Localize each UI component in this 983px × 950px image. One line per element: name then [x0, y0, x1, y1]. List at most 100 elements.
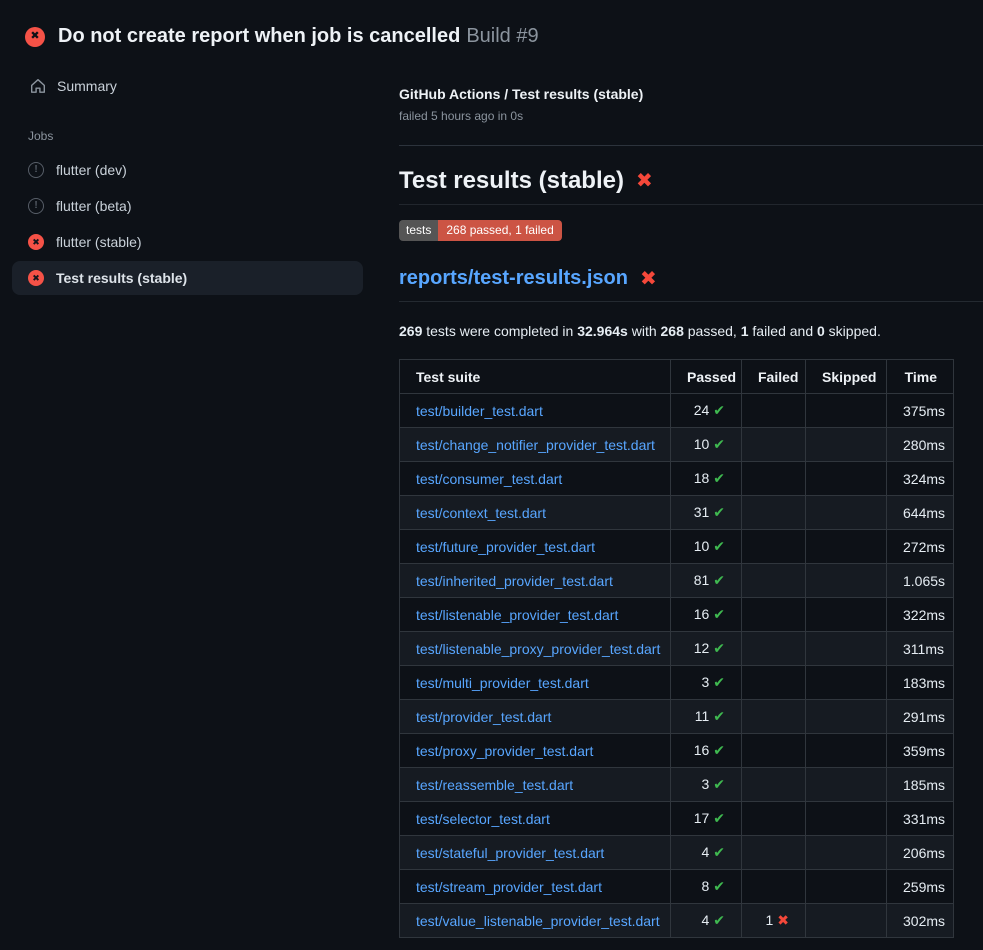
passed-cell: 10✔: [671, 530, 742, 564]
test-suite-link[interactable]: test/listenable_provider_test.dart: [416, 607, 618, 623]
suite-cell: test/multi_provider_test.dart: [400, 666, 671, 700]
skipped-cell: [806, 632, 887, 666]
skipped-cell: [806, 734, 887, 768]
check-icon: ✔: [713, 912, 725, 928]
test-suite-link[interactable]: test/stateful_provider_test.dart: [416, 845, 604, 861]
test-suite-link[interactable]: test/value_listenable_provider_test.dart: [416, 913, 660, 929]
suite-cell: test/reassemble_test.dart: [400, 768, 671, 802]
failed-cell: [742, 530, 806, 564]
table-row: test/future_provider_test.dart10✔272ms: [400, 530, 954, 564]
report-link[interactable]: reports/test-results.json: [399, 267, 628, 290]
test-suite-link[interactable]: test/context_test.dart: [416, 505, 546, 521]
table-row: test/stateful_provider_test.dart4✔206ms: [400, 836, 954, 870]
skipped-cell: [806, 768, 887, 802]
suite-cell: test/selector_test.dart: [400, 802, 671, 836]
column-header-failed: Failed: [742, 360, 806, 394]
column-header-passed: Passed: [671, 360, 742, 394]
time-cell: 259ms: [887, 870, 954, 904]
breadcrumb: GitHub Actions / Test results (stable): [399, 86, 983, 102]
exclamation-circle-icon: !: [28, 198, 44, 214]
summary-segment: with: [628, 323, 661, 339]
skipped-cell: [806, 904, 887, 938]
test-suite-link[interactable]: test/inherited_provider_test.dart: [416, 573, 613, 589]
jobs-list: !flutter (dev)!flutter (beta)✖flutter (s…: [0, 153, 375, 295]
check-icon: ✔: [713, 436, 725, 452]
summary-segment: 1: [741, 323, 749, 339]
check-title: Do not create report when job is cancell…: [58, 25, 460, 47]
time-cell: 324ms: [887, 462, 954, 496]
test-suite-link[interactable]: test/proxy_provider_test.dart: [416, 743, 593, 759]
job-label: flutter (dev): [56, 162, 127, 178]
test-suite-link[interactable]: test/future_provider_test.dart: [416, 539, 595, 555]
table-row: test/proxy_provider_test.dart16✔359ms: [400, 734, 954, 768]
failed-cell: [742, 666, 806, 700]
jobs-section-label: Jobs: [0, 129, 375, 143]
sidebar-item-job-1[interactable]: !flutter (beta): [12, 189, 363, 223]
table-row: test/builder_test.dart24✔375ms: [400, 394, 954, 428]
check-icon: ✔: [713, 776, 725, 792]
failed-cell: [742, 734, 806, 768]
sidebar-item-job-2[interactable]: ✖flutter (stable): [12, 225, 363, 259]
job-label: Test results (stable): [56, 270, 187, 286]
passed-count: 8: [701, 878, 709, 894]
suite-cell: test/future_provider_test.dart: [400, 530, 671, 564]
check-icon: ✔: [713, 470, 725, 486]
test-suite-link[interactable]: test/builder_test.dart: [416, 403, 543, 419]
summary-segment: failed and: [749, 323, 818, 339]
summary-segment: passed,: [684, 323, 741, 339]
tests-badge: tests 268 passed, 1 failed: [399, 220, 562, 241]
time-cell: 206ms: [887, 836, 954, 870]
check-icon: ✔: [713, 538, 725, 554]
home-icon: [30, 78, 46, 94]
failed-cell: [742, 462, 806, 496]
suite-cell: test/value_listenable_provider_test.dart: [400, 904, 671, 938]
failed-cell: [742, 496, 806, 530]
time-cell: 183ms: [887, 666, 954, 700]
passed-count: 24: [694, 402, 710, 418]
check-icon: ✔: [713, 708, 725, 724]
passed-count: 18: [694, 470, 710, 486]
test-suite-link[interactable]: test/selector_test.dart: [416, 811, 550, 827]
sidebar-item-job-3[interactable]: ✖ Test results (stable): [12, 261, 363, 295]
summary-segment: 0: [817, 323, 825, 339]
table-row: test/context_test.dart31✔644ms: [400, 496, 954, 530]
time-cell: 280ms: [887, 428, 954, 462]
badge-value: 268 passed, 1 failed: [438, 220, 561, 241]
test-suite-link[interactable]: test/listenable_proxy_provider_test.dart: [416, 641, 660, 657]
check-icon: ✔: [713, 674, 725, 690]
test-suite-link[interactable]: test/stream_provider_test.dart: [416, 879, 602, 895]
passed-count: 17: [694, 810, 710, 826]
summary-segment: tests were completed in: [422, 323, 577, 339]
failed-cell: [742, 768, 806, 802]
column-header-time: Time: [887, 360, 954, 394]
suite-cell: test/consumer_test.dart: [400, 462, 671, 496]
failed-cell: [742, 836, 806, 870]
x-circle-icon: ✖: [28, 270, 44, 286]
table-row: test/change_notifier_provider_test.dart1…: [400, 428, 954, 462]
sidebar: Summary Jobs !flutter (dev)!flutter (bet…: [0, 56, 375, 297]
sidebar-summary-label: Summary: [57, 78, 117, 94]
passed-cell: 17✔: [671, 802, 742, 836]
test-suite-link[interactable]: test/provider_test.dart: [416, 709, 551, 725]
test-suite-link[interactable]: test/consumer_test.dart: [416, 471, 562, 487]
test-suite-link[interactable]: test/multi_provider_test.dart: [416, 675, 589, 691]
suite-cell: test/inherited_provider_test.dart: [400, 564, 671, 598]
check-icon: ✔: [713, 606, 725, 622]
suite-cell: test/builder_test.dart: [400, 394, 671, 428]
x-icon: ✖: [777, 912, 789, 928]
skipped-cell: [806, 564, 887, 598]
sidebar-item-summary[interactable]: Summary: [0, 68, 375, 104]
check-run-header: ✖ Do not create report when job is cance…: [0, 0, 983, 56]
failed-count: 1: [765, 912, 773, 928]
table-row: test/consumer_test.dart 18✔ 324ms: [400, 462, 954, 496]
suite-cell: test/change_notifier_provider_test.dart: [400, 428, 671, 462]
build-number: Build #9: [466, 25, 538, 47]
test-suite-link[interactable]: test/change_notifier_provider_test.dart: [416, 437, 655, 453]
suite-cell: test/context_test.dart: [400, 496, 671, 530]
test-suite-link[interactable]: test/reassemble_test.dart: [416, 777, 573, 793]
run-meta: failed 5 hours ago in 0s: [399, 109, 983, 123]
summary-segment: 269: [399, 323, 422, 339]
skipped-cell: [806, 462, 887, 496]
sidebar-item-job-0[interactable]: !flutter (dev): [12, 153, 363, 187]
passed-cell: 31✔: [671, 496, 742, 530]
